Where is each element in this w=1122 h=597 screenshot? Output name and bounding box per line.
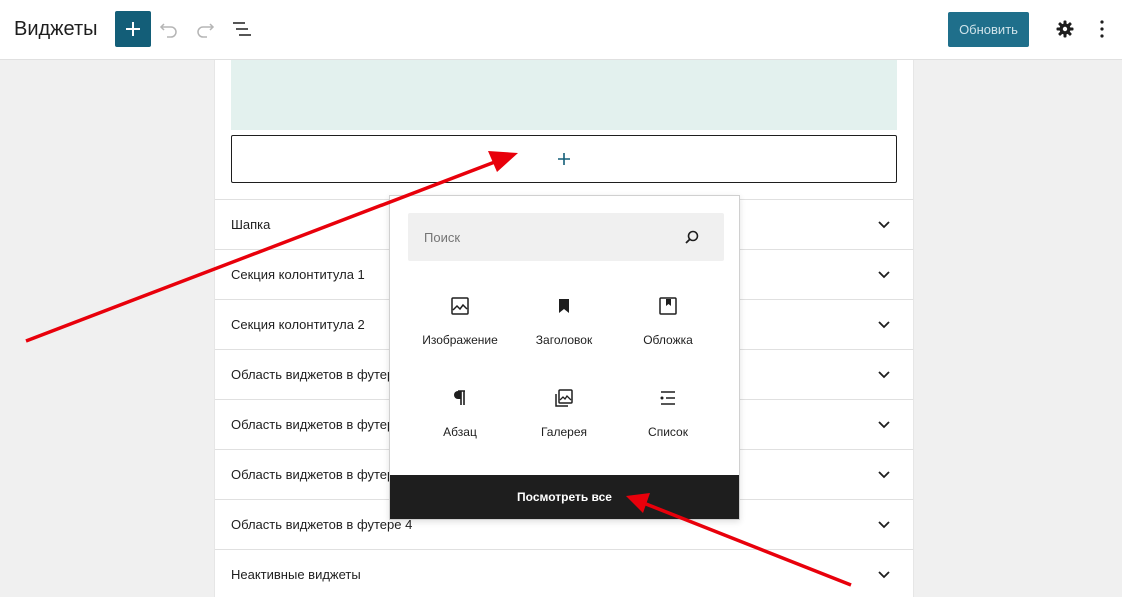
block-option-label: Обложка [643, 333, 693, 347]
list-icon [660, 391, 675, 405]
widget-area-label: Область виджетов в футере 2 [231, 417, 413, 432]
block-search [408, 213, 724, 261]
page-title: Виджеты [14, 18, 98, 40]
block-search-input[interactable] [408, 213, 678, 261]
block-option-list[interactable]: Список [616, 371, 720, 463]
widget-area-label: Шапка [231, 217, 271, 232]
browse-all-button[interactable]: Посмотреть все [390, 475, 739, 519]
block-option-gallery[interactable]: Галерея [512, 371, 616, 463]
block-option-paragraph[interactable]: Абзац [408, 371, 512, 463]
add-block-button[interactable] [115, 11, 151, 47]
widget-area-label: Область виджетов в футере 4 [231, 517, 413, 532]
quick-inserter-popover: Изображение Заголовок Обложка Абзац [389, 195, 740, 520]
settings-button[interactable] [1054, 18, 1076, 40]
widget-area-header[interactable]: Неактивные виджеты [215, 549, 913, 597]
block-types-list: Изображение Заголовок Обложка Абзац Гале… [408, 279, 724, 463]
block-option-image[interactable]: Изображение [408, 279, 512, 371]
widget-area-label: Секция колонтитула 2 [231, 317, 365, 332]
image-icon [451, 297, 469, 315]
paragraph-icon [454, 390, 465, 405]
redo-icon [197, 23, 215, 38]
search-icon [685, 230, 699, 244]
list-view-button[interactable] [230, 18, 252, 40]
editor-header: Виджеты Обновить [0, 0, 1122, 60]
cover-icon [659, 297, 677, 315]
chevron-down-icon [878, 371, 890, 379]
more-vertical-icon [1100, 20, 1104, 38]
update-button[interactable]: Обновить [948, 12, 1029, 47]
chevron-down-icon [878, 521, 890, 529]
block-option-heading[interactable]: Заголовок [512, 279, 616, 371]
chevron-down-icon [878, 321, 890, 329]
undo-button[interactable] [158, 18, 180, 40]
block-option-label: Изображение [422, 333, 498, 347]
undo-icon [159, 23, 177, 38]
chevron-down-icon [878, 471, 890, 479]
bookmark-icon [559, 299, 569, 313]
plus-icon [558, 153, 570, 165]
widget-area-label: Неактивные виджеты [231, 567, 361, 582]
chevron-down-icon [878, 571, 890, 579]
gear-icon [1056, 20, 1074, 38]
plus-icon [126, 22, 140, 36]
widget-area-label: Секция колонтитула 1 [231, 267, 365, 282]
chevron-down-icon [878, 421, 890, 429]
block-option-label: Абзац [443, 425, 477, 439]
redo-button[interactable] [194, 18, 216, 40]
options-menu-button[interactable] [1094, 18, 1110, 40]
chevron-down-icon [878, 221, 890, 229]
chevron-down-icon [878, 271, 890, 279]
block-option-label: Заголовок [535, 333, 593, 347]
block-appender-button[interactable] [231, 135, 897, 183]
widget-area-label: Область виджетов в футере 1 [231, 367, 413, 382]
list-view-icon [233, 22, 251, 36]
gallery-icon [555, 389, 573, 407]
block-option-label: Список [648, 425, 688, 439]
block-option-cover[interactable]: Обложка [616, 279, 720, 371]
block-option-label: Галерея [540, 425, 588, 439]
widget-area-label: Область виджетов в футере 3 [231, 467, 413, 482]
selected-block-preview[interactable] [231, 60, 897, 130]
